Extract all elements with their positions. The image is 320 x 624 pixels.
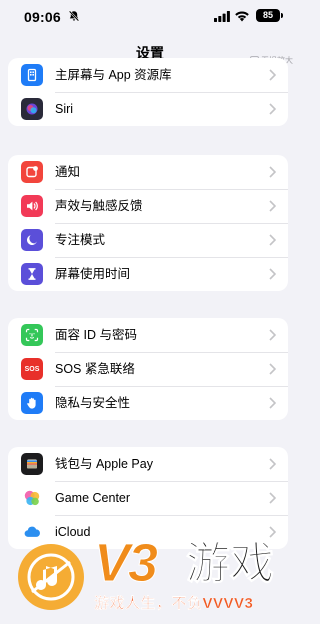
speaker-icon	[21, 195, 43, 217]
wifi-icon	[235, 11, 249, 22]
settings-row-siri[interactable]: Siri	[8, 92, 288, 126]
status-time: 09:06	[24, 9, 61, 25]
settings-row-label: Siri	[55, 102, 74, 116]
settings-row-home-screen[interactable]: 主屏幕与 App 资源库	[8, 58, 288, 92]
settings-row-label: SOS 紧急联络	[55, 362, 135, 376]
chevron-right-icon	[269, 492, 276, 504]
face-id-icon	[21, 324, 43, 346]
settings-row-game-center[interactable]: Game Center	[8, 481, 288, 515]
settings-row-label: 专注模式	[55, 233, 106, 247]
notifications-icon	[21, 161, 43, 183]
settings-row-face-id[interactable]: 面容 ID 与密码	[8, 318, 288, 352]
wallet-icon	[21, 453, 43, 475]
watermark-word: 游戏	[186, 539, 275, 588]
status-bar: 09:06 85	[0, 0, 300, 32]
settings-group-general: 主屏幕与 App 资源库 Siri	[8, 58, 288, 126]
settings-row-focus[interactable]: 专注模式	[8, 223, 288, 257]
settings-row-label: 钱包与 Apple Pay	[55, 457, 153, 471]
settings-group-notifications: 通知 声效与触感反馈 专注模式 屏幕使用时间	[8, 155, 288, 291]
chevron-right-icon	[269, 397, 276, 409]
settings-row-label: Game Center	[55, 491, 131, 505]
settings-row-screen-time[interactable]: 屏幕使用时间	[8, 257, 288, 291]
settings-group-security: 面容 ID 与密码 SOS SOS 紧急联络 隐私与安全性	[8, 318, 288, 420]
v3-game-watermark: V3 游戏 游戏人生，不负VVVV3	[0, 532, 300, 624]
chevron-right-icon	[269, 234, 276, 246]
chevron-right-icon	[269, 458, 276, 470]
chevron-right-icon	[269, 329, 276, 341]
chevron-right-icon	[269, 166, 276, 178]
settings-row-label: 通知	[55, 165, 81, 179]
settings-row-sounds[interactable]: 声效与触感反馈	[8, 189, 288, 223]
home-screen-icon	[21, 64, 43, 86]
battery-icon: 85	[256, 9, 283, 22]
moon-icon	[21, 229, 43, 251]
settings-row-label: 主屏幕与 App 资源库	[55, 68, 172, 82]
chevron-right-icon	[269, 268, 276, 280]
hand-icon	[21, 392, 43, 414]
settings-row-label: 屏幕使用时间	[55, 267, 131, 281]
sos-icon: SOS	[21, 358, 43, 380]
chevron-right-icon	[269, 103, 276, 115]
muted-bell-icon	[68, 10, 80, 22]
settings-row-label: 隐私与安全性	[55, 396, 131, 410]
settings-row-notifications[interactable]: 通知	[8, 155, 288, 189]
settings-row-privacy[interactable]: 隐私与安全性	[8, 386, 288, 420]
music-disc-logo-icon	[18, 544, 84, 610]
watermark-brand: V3	[93, 533, 158, 593]
settings-row-label: 声效与触感反馈	[55, 199, 143, 213]
cellular-signal-icon	[214, 11, 230, 22]
game-center-icon	[21, 487, 43, 509]
chevron-right-icon	[269, 363, 276, 375]
chevron-right-icon	[269, 200, 276, 212]
siri-icon	[21, 98, 43, 120]
hourglass-icon	[21, 263, 43, 285]
chevron-right-icon	[269, 69, 276, 81]
settings-row-sos[interactable]: SOS SOS 紧急联络	[8, 352, 288, 386]
settings-row-wallet[interactable]: 钱包与 Apple Pay	[8, 447, 288, 481]
settings-row-label: 面容 ID 与密码	[55, 328, 137, 342]
watermark-slogan: 游戏人生，不负VVVV3	[94, 595, 254, 612]
